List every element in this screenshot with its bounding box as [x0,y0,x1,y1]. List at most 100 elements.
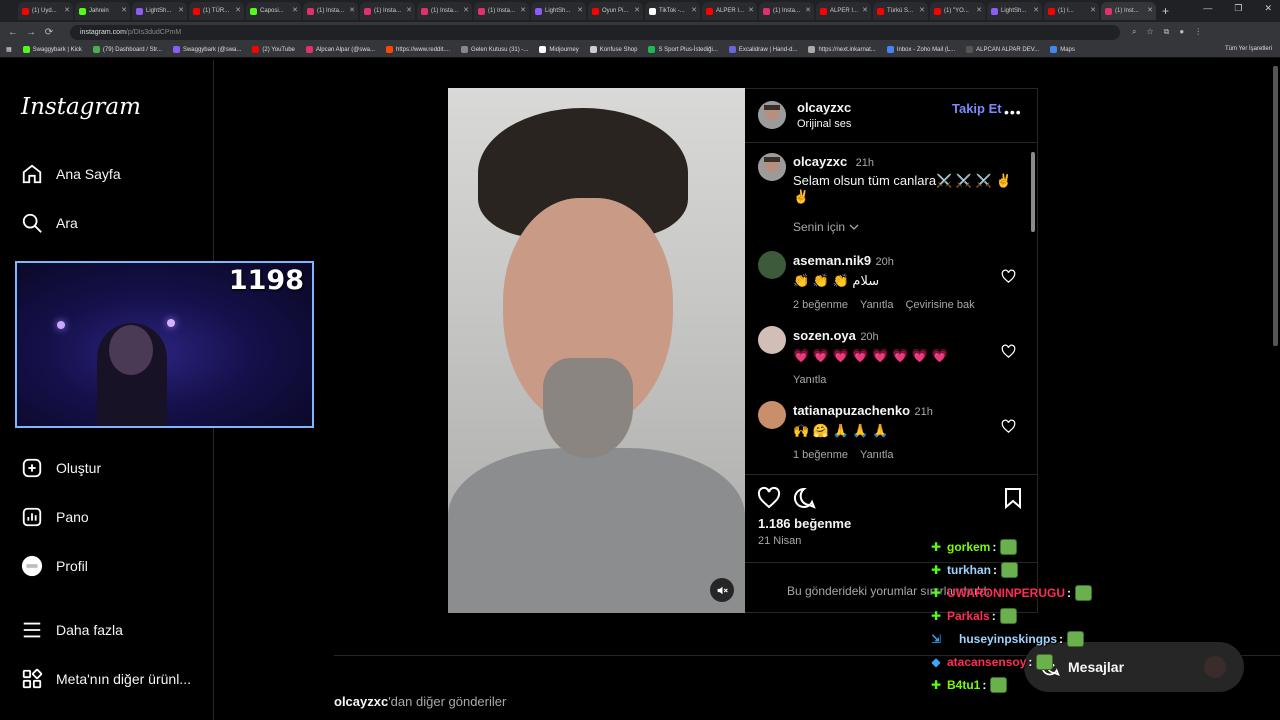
bookmark-item[interactable]: Swaggybark (@swa... [172,46,241,53]
browser-tab[interactable]: Jahrein ✕ [75,2,130,20]
browser-tab[interactable]: LightSh... ✕ [531,2,586,20]
reply-button[interactable]: Yanıtla [793,374,826,386]
browser-tab[interactable]: (1) Insta... ✕ [759,2,814,20]
caption-avatar[interactable] [758,153,786,181]
browser-menu-icon[interactable]: ⋮ [1194,27,1202,37]
new-tab-button[interactable]: + [1162,4,1169,18]
browser-tab[interactable]: Türkü S... ✕ [873,2,928,20]
tab-close-icon[interactable]: ✕ [1147,6,1153,14]
tab-close-icon[interactable]: ✕ [919,6,925,14]
tab-close-icon[interactable]: ✕ [235,6,241,14]
comment-username[interactable]: aseman.nik9 [793,253,871,268]
browser-tab[interactable]: (1) Insta... ✕ [303,2,358,20]
more-options-icon[interactable]: ••• [1004,104,1022,120]
bookmark-item[interactable]: Alpcan Alpar (@swa... [305,46,375,53]
nav-home[interactable]: Ana Sayfa [20,162,121,186]
commenter-avatar[interactable] [758,251,786,279]
bookmark-item[interactable]: (79) Dashboard / Str... [92,46,162,53]
nav-create[interactable]: Oluştur [20,456,101,480]
browser-tab[interactable]: ALPER I... ✕ [702,2,757,20]
bookmark-item[interactable]: Midjourney [539,46,579,53]
save-bookmark-icon[interactable] [1001,486,1025,510]
reply-button[interactable]: Yanıtla [860,449,893,461]
all-bookmarks[interactable]: Tüm Yer İşaretleri [1225,46,1272,52]
tab-close-icon[interactable]: ✕ [1090,6,1096,14]
extensions-icon[interactable]: ⧉ [1164,27,1170,37]
browser-tab[interactable]: (1) "YO... ✕ [930,2,985,20]
reload-icon[interactable]: ⟳ [42,27,56,38]
comment-username[interactable]: sozen.oya [793,328,856,343]
page-scrollbar[interactable] [1273,66,1278,346]
reply-button[interactable]: Yanıtla [860,299,893,311]
nav-search[interactable]: Ara [20,211,78,235]
comment-like-heart-icon[interactable] [1001,419,1016,434]
tab-close-icon[interactable]: ✕ [862,6,868,14]
browser-tab[interactable]: TikTok -... ✕ [645,2,700,20]
tab-close-icon[interactable]: ✕ [634,6,640,14]
post-likes[interactable]: 1.186 beğenme [758,516,851,531]
browser-tab[interactable]: Oyun Pi... ✕ [588,2,643,20]
more-posts-user[interactable]: olcayzxc [334,694,388,709]
browser-tab[interactable]: (1) Insta... ✕ [360,2,415,20]
nav-profile[interactable]: Profil [20,554,88,578]
bookmark-item[interactable]: Inbox - Zoho Mail (L... [886,46,955,53]
bookmark-item[interactable]: Gelen Kutusu (31) -... [461,46,528,53]
tab-close-icon[interactable]: ✕ [463,6,469,14]
comment-likes[interactable]: 2 beğenme [793,299,848,311]
author-username[interactable]: olcayzxc [797,100,851,115]
audio-label[interactable]: Orijinal ses [797,118,851,130]
tab-close-icon[interactable]: ✕ [349,6,355,14]
comment-bubble-icon[interactable] [792,486,816,510]
tab-close-icon[interactable]: ✕ [178,6,184,14]
browser-tab[interactable]: (1) Inst... ✕ [1101,2,1156,20]
bookmark-item[interactable]: S Sport Plus-İstediği... [648,46,718,53]
browser-tab[interactable]: LightSh... ✕ [132,2,187,20]
comment-like-heart-icon[interactable] [1001,344,1016,359]
bookmark-item[interactable]: Swaggybark | Kick [22,46,82,53]
bookmark-item[interactable]: (2) YouTube [252,46,295,53]
tab-close-icon[interactable]: ✕ [691,6,697,14]
tab-close-icon[interactable]: ✕ [1033,6,1039,14]
caption-username[interactable]: olcayzxc [793,154,847,169]
browser-tab[interactable]: LightSh... ✕ [987,2,1042,20]
tab-close-icon[interactable]: ✕ [805,6,811,14]
nav-dashboard[interactable]: Pano [20,505,89,529]
bookmark-item[interactable]: Excalidraw | Hand-d... [728,46,797,53]
commenter-avatar[interactable] [758,401,786,429]
bookmark-item[interactable]: Konfuse Shop [589,46,637,53]
zoom-icon[interactable]: ⌕ [1132,27,1136,37]
tab-close-icon[interactable]: ✕ [64,6,70,14]
apps-icon[interactable]: ▦ [6,46,12,53]
bookmark-star-icon[interactable]: ☆ [1146,27,1153,37]
bookmark-item[interactable]: Maps [1050,46,1075,53]
nav-meta-apps[interactable]: Meta'nın diğer ürünl... [20,667,191,691]
tab-close-icon[interactable]: ✕ [976,6,982,14]
maximize-icon[interactable]: ❐ [1234,3,1242,14]
like-heart-icon[interactable] [757,486,781,510]
tab-close-icon[interactable]: ✕ [292,6,298,14]
mute-button[interactable] [710,578,734,602]
browser-tab[interactable]: (1) Uyd... ✕ [18,2,73,20]
tab-close-icon[interactable]: ✕ [121,6,127,14]
forward-icon[interactable]: → [24,27,38,38]
back-icon[interactable]: ← [6,27,20,38]
profile-icon[interactable]: ● [1179,27,1184,37]
minimize-icon[interactable]: — [1203,3,1212,14]
follow-button[interactable]: Takip Et [952,101,1002,116]
instagram-logo[interactable]: Instagram [21,94,141,120]
bookmark-item[interactable]: https://www.reddit.... [386,46,450,53]
comment-sort-dropdown[interactable]: Senin için [793,220,859,234]
comment-like-heart-icon[interactable] [1001,269,1016,284]
browser-tab[interactable]: Caposi... ✕ [246,2,301,20]
comment-username[interactable]: tatianapuzachenko [793,403,910,418]
tab-close-icon[interactable]: ✕ [520,6,526,14]
bookmark-item[interactable]: https://next.inkarnat... [808,46,876,53]
browser-tab[interactable]: (1) I... ✕ [1044,2,1099,20]
comment-likes[interactable]: 1 beğenme [793,449,848,461]
tab-close-icon[interactable]: ✕ [406,6,412,14]
nav-more[interactable]: Daha fazla [20,618,123,642]
close-window-icon[interactable]: ✕ [1264,3,1272,14]
commenter-avatar[interactable] [758,326,786,354]
url-field[interactable]: instagram.com/p/DIs3dudCPmM [70,24,1120,40]
tab-close-icon[interactable]: ✕ [577,6,583,14]
